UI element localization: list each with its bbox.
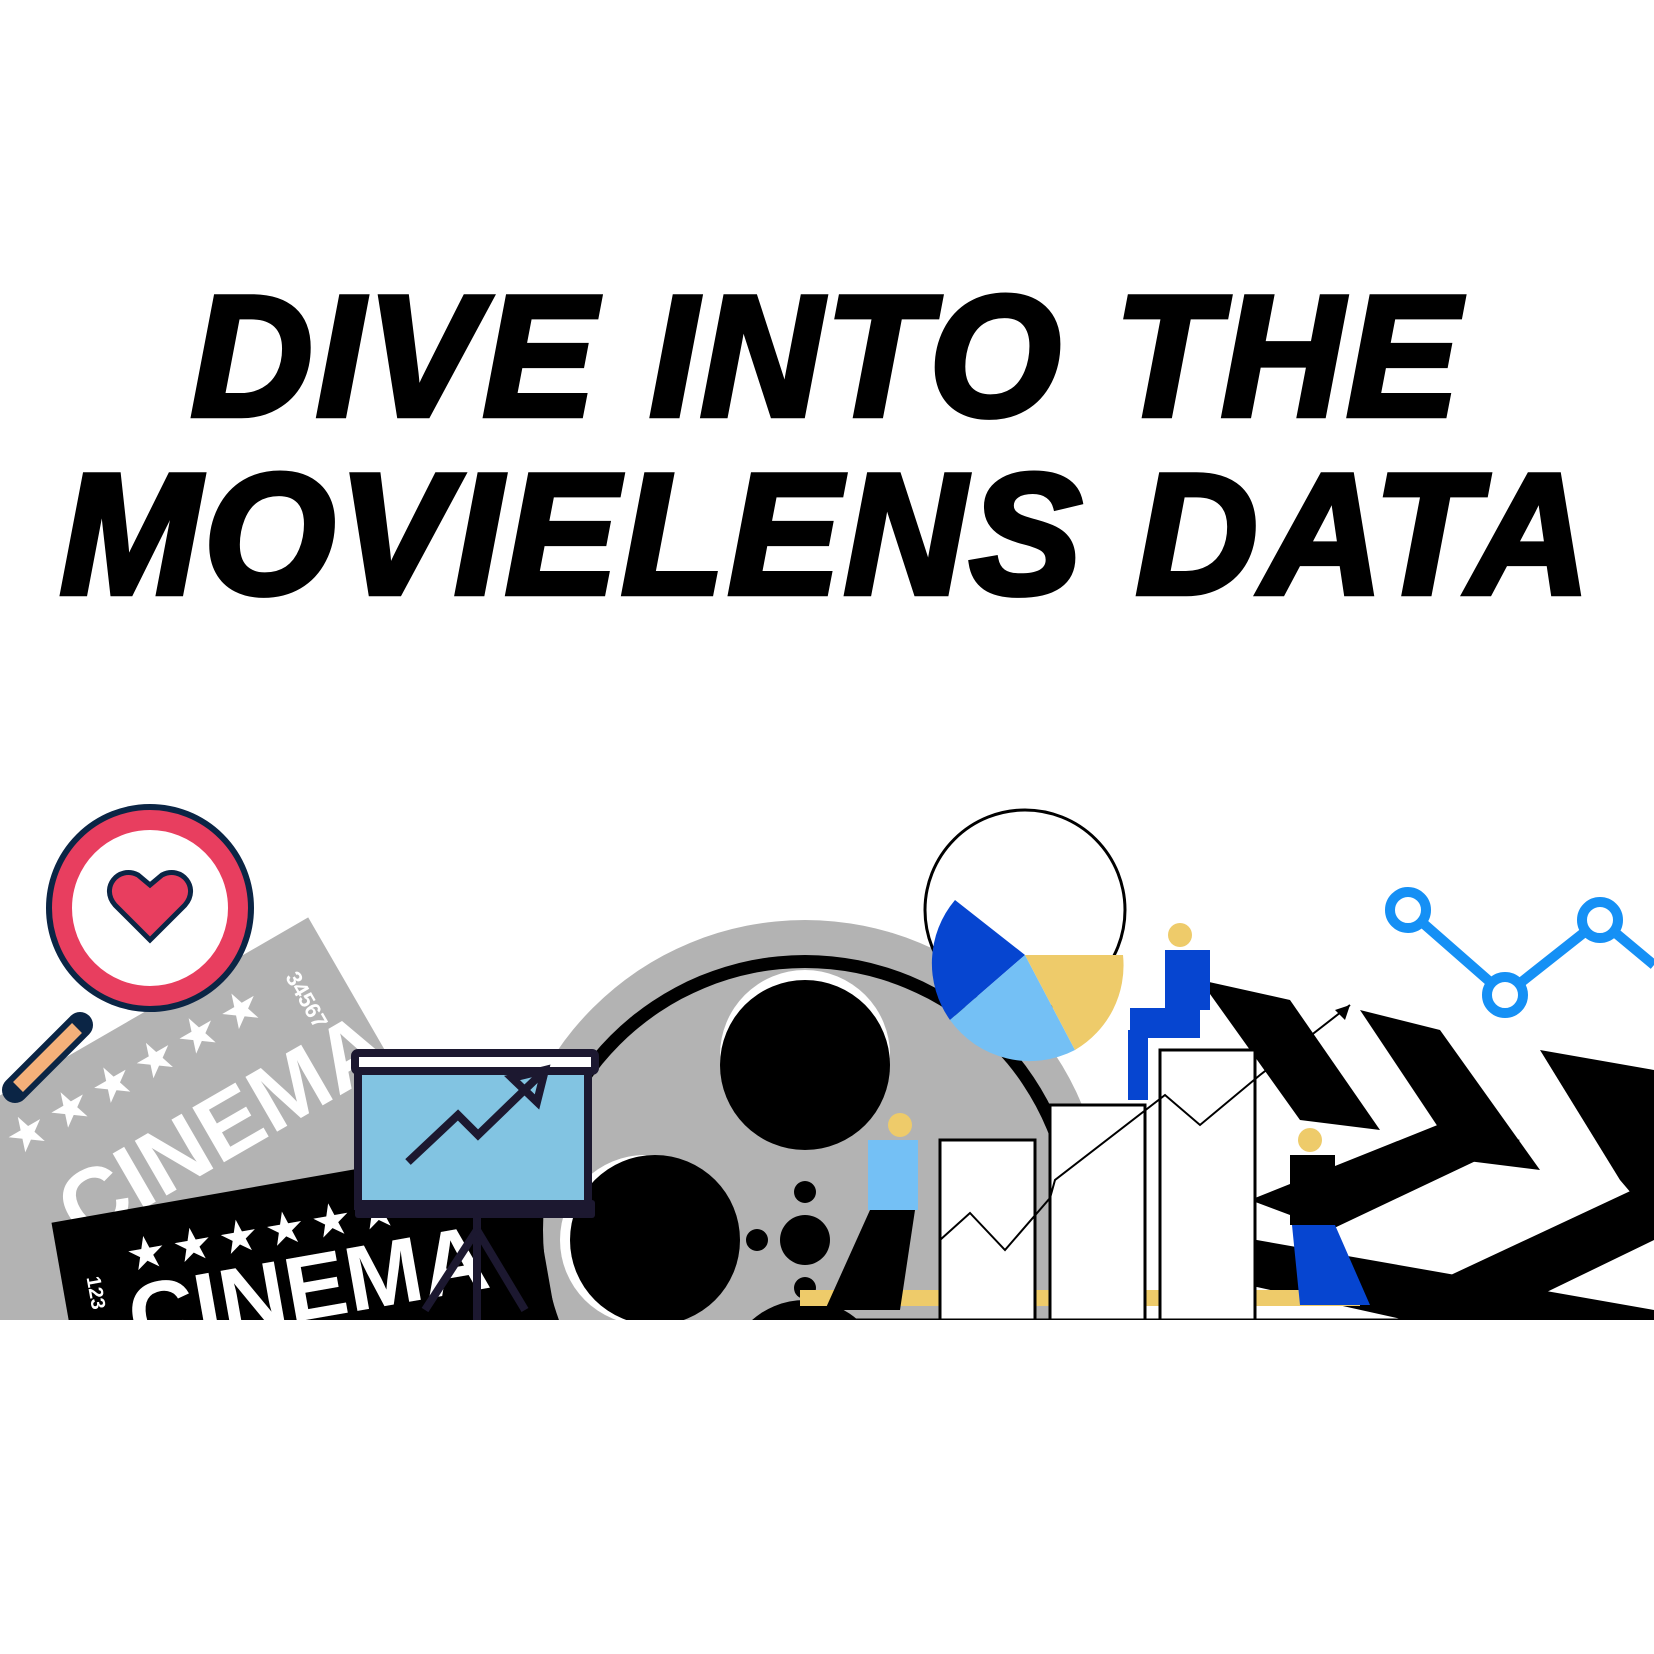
title-line-1: DIVE INTO THE [188, 260, 1463, 452]
illustration: CINEMA 34567 ★ ★ ★ ★ ★ ★ ★ ★ ★ ★ ★ ★ CIN… [0, 804, 1654, 1320]
line-chart-icon [1385, 887, 1654, 1018]
title-line-2: MOVIELENS DATA [57, 438, 1594, 630]
poster: DIVE INTO THE MOVIELENS DATA CINEMA 3456… [0, 0, 1654, 1654]
pie-chart-icon [923, 808, 1127, 1062]
